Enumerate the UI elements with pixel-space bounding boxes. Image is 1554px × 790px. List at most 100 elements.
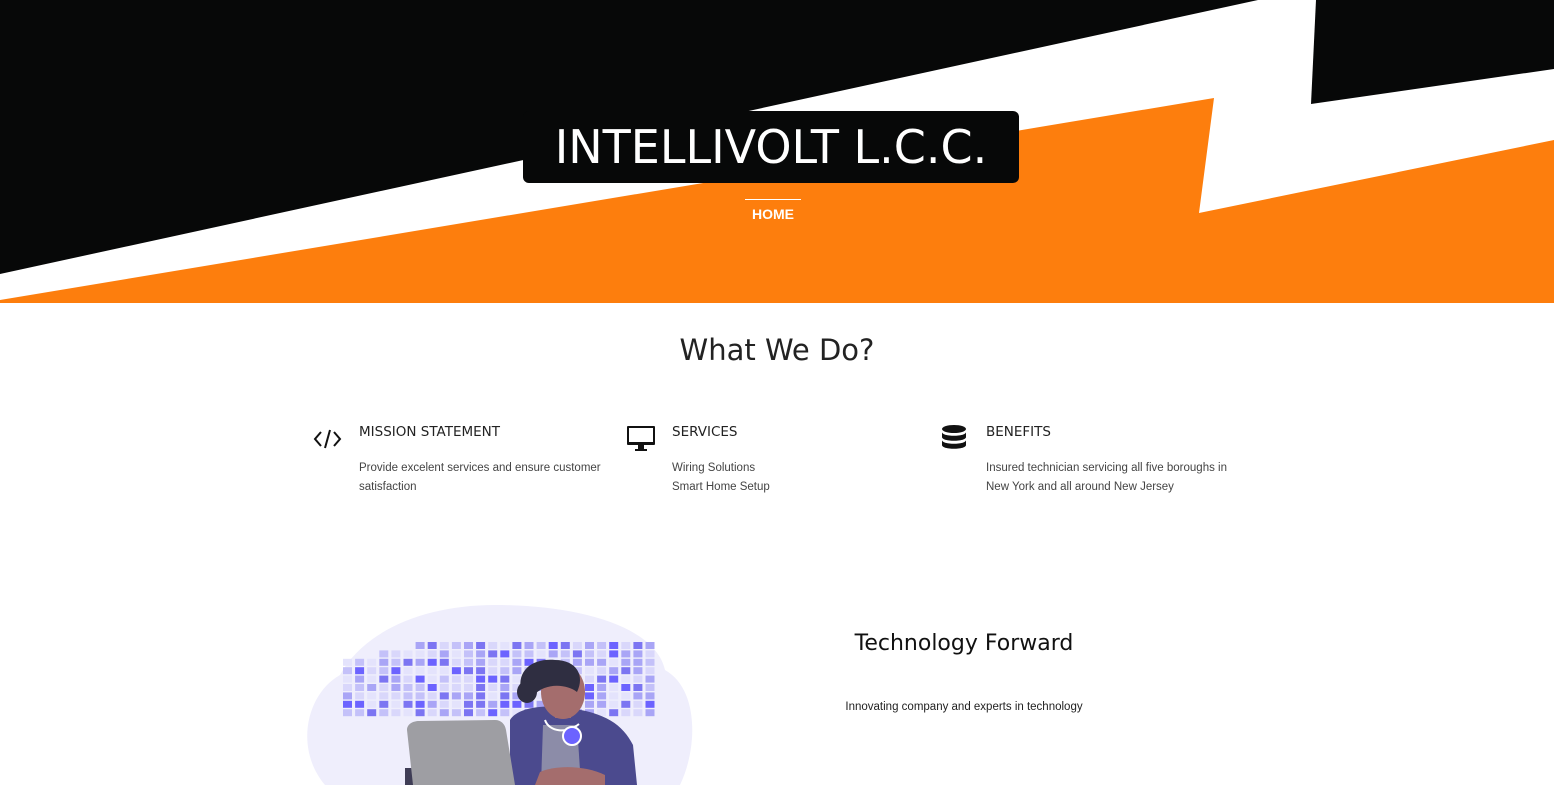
grid-cell [536,642,546,649]
grid-cell [476,667,486,675]
grid-cell [427,684,437,691]
nav-home-link[interactable]: HOME [733,206,813,222]
grid-cell [367,692,377,700]
grid-cell [621,658,631,666]
grid-cell [379,675,389,683]
monitor-icon [626,423,656,453]
grid-cell [427,675,437,683]
grid-cell [439,658,449,666]
grid-cell [512,650,522,658]
grid-cell [512,667,522,675]
hero-banner: INTELLIVOLT L.C.C. HOME [0,0,1554,303]
grid-cell [427,700,437,708]
grid-cell [536,650,546,658]
grid-cell [524,650,534,658]
grid-cell [488,700,498,708]
grid-cell [451,667,461,675]
grid-cell [476,650,486,658]
grid-cell [597,650,607,658]
grid-cell [597,667,607,675]
grid-cell [500,642,510,649]
grid-cell [476,709,486,717]
grid-cell [439,650,449,658]
feature-description: Provide excelent services and ensure cus… [359,459,609,497]
grid-cell [391,700,401,708]
grid-cell [343,700,352,708]
grid-cell [500,667,510,675]
technology-forward-text: Innovating company and experts in techno… [845,701,1083,713]
grid-cell [500,675,510,683]
grid-cell [464,675,473,683]
grid-cell [464,650,473,658]
grid-cell [645,675,655,683]
grid-cell [488,709,498,717]
grid-cell [464,692,473,700]
feature-description-line: Insured technician servicing all five bo… [986,462,1227,474]
grid-cell [609,692,619,700]
grid-cell [427,709,437,717]
what-we-do-title: What We Do? [679,333,875,367]
grid-cell [355,709,365,717]
grid-cell [500,692,510,700]
grid-cell [464,684,473,691]
grid-cell [439,675,449,683]
grid-cell [391,684,401,691]
grid-cell [633,658,643,666]
grid-cell [464,658,473,666]
grid-cell [343,692,352,700]
feature-description-line: New York and all around New Jersey [986,481,1174,493]
grid-cell [609,684,619,691]
grid-cell [488,650,498,658]
grid-cell [367,700,377,708]
grid-cell [343,709,352,717]
grid-cell [355,692,365,700]
grid-cell [512,700,522,708]
grid-cell [415,709,425,717]
technology-forward-title: Technology Forward [854,631,1074,656]
grid-cell [464,667,473,675]
grid-cell [403,684,413,691]
grid-cell [633,650,643,658]
grid-cell [367,709,377,717]
grid-cell [415,658,425,666]
grid-cell [403,667,413,675]
grid-cell [464,642,473,649]
grid-cell [633,709,643,717]
grid-cell [451,658,461,666]
feature-description: Wiring Solutions Smart Home Setup [672,459,922,497]
grid-cell [548,642,558,649]
grid-cell [621,709,631,717]
grid-cell [403,650,413,658]
grid-cell [355,700,365,708]
feature-title: SERVICES [672,424,738,440]
feature-description-line: Wiring Solutions [672,462,756,474]
grid-cell [451,675,461,683]
grid-cell [500,684,510,691]
grid-cell [488,667,498,675]
grid-cell [560,642,570,649]
brand-logo-box[interactable]: INTELLIVOLT L.C.C. [523,111,1019,183]
grid-cell [451,684,461,691]
grid-cell [488,642,498,649]
grid-cell [367,667,377,675]
grid-cell [609,709,619,717]
grid-cell [645,642,655,649]
grid-cell [488,658,498,666]
grid-cell [343,658,352,666]
grid-cell [355,675,365,683]
grid-cell [415,700,425,708]
grid-cell [548,650,558,658]
grid-cell [367,658,377,666]
grid-cell [633,642,643,649]
grid-cell [476,700,486,708]
grid-cell [415,667,425,675]
grid-cell [403,700,413,708]
grid-cell [633,692,643,700]
grid-cell [621,642,631,649]
grid-cell [645,700,655,708]
grid-cell [597,658,607,666]
grid-cell [427,667,437,675]
grid-cell [451,700,461,708]
grid-cell [403,692,413,700]
grid-cell [439,692,449,700]
